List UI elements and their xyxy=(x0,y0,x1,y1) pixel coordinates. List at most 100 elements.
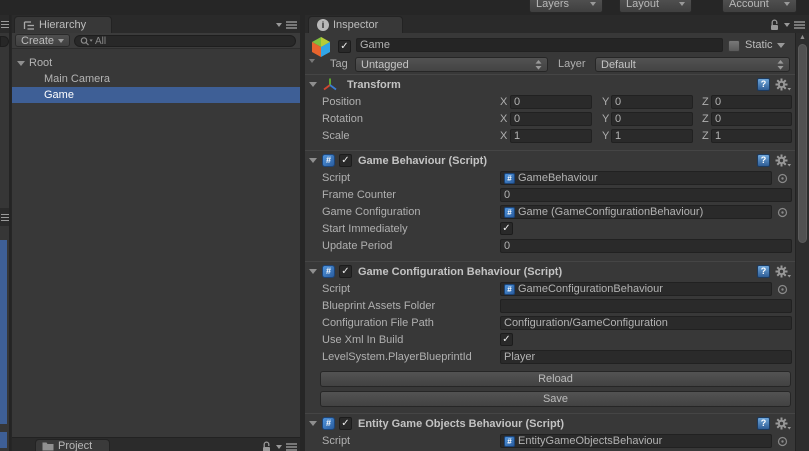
static-dropdown-chevron[interactable] xyxy=(777,43,785,48)
object-picker-icon[interactable] xyxy=(777,284,788,295)
gear-icon[interactable] xyxy=(775,78,791,91)
component-enabled-checkbox[interactable]: ✓ xyxy=(339,417,352,430)
create-button[interactable]: Create xyxy=(15,34,71,47)
transform-header[interactable]: Transform ? xyxy=(305,76,795,93)
scrollbar-thumb[interactable] xyxy=(798,44,807,243)
save-button[interactable]: Save xyxy=(320,391,791,407)
component-separator xyxy=(305,261,795,262)
frame-counter-field[interactable]: 0 xyxy=(500,188,792,202)
hierarchy-tabbar: Hierarchy xyxy=(12,15,300,33)
object-picker-icon[interactable] xyxy=(777,173,788,184)
lock-icon[interactable] xyxy=(261,441,272,451)
account-dropdown[interactable]: Account xyxy=(722,0,797,13)
component-enabled-checkbox[interactable]: ✓ xyxy=(339,154,352,167)
position-y-field[interactable]: 0 xyxy=(611,95,693,109)
menu-icon xyxy=(1,21,9,28)
player-blueprint-id-field[interactable]: Player xyxy=(500,350,792,364)
foldout-icon[interactable] xyxy=(309,269,317,274)
layers-dropdown[interactable]: Layers xyxy=(529,0,603,13)
folder-icon xyxy=(42,442,54,451)
game-configuration-object-field[interactable]: # Game (GameConfigurationBehaviour) xyxy=(500,205,772,219)
rotation-y-field[interactable]: 0 xyxy=(611,112,693,126)
game-behaviour-header[interactable]: # ✓ Game Behaviour (Script) ? xyxy=(305,152,795,169)
object-picker-icon[interactable] xyxy=(777,436,788,447)
position-x-field[interactable]: 0 xyxy=(510,95,592,109)
search-filter-label: All xyxy=(95,35,107,47)
entity-game-objects-behaviour-header[interactable]: # ✓ Entity Game Objects Behaviour (Scrip… xyxy=(305,415,795,432)
foldout-icon[interactable] xyxy=(309,82,317,87)
inspector-scrollbar[interactable]: ▲ xyxy=(795,33,809,451)
tab-inspector[interactable]: i Inspector xyxy=(308,16,403,33)
gear-icon[interactable] xyxy=(775,417,791,430)
unity-editor-window: Layers Layout Account Hierarchy Create A… xyxy=(0,0,809,451)
hierarchy-pane-menu[interactable] xyxy=(276,21,297,29)
active-checkbox[interactable]: ✓ xyxy=(338,40,351,53)
scale-z-field[interactable]: 1 xyxy=(711,129,792,143)
layers-dropdown-label: Layers xyxy=(536,0,570,10)
gear-icon[interactable] xyxy=(775,154,791,167)
position-z-field[interactable]: 0 xyxy=(711,95,792,109)
component-enabled-checkbox[interactable]: ✓ xyxy=(339,265,352,278)
layout-dropdown[interactable]: Layout xyxy=(619,0,692,13)
help-icon[interactable]: ? xyxy=(757,265,770,278)
layer-dropdown[interactable]: Default xyxy=(595,57,790,72)
account-dropdown-label: Account xyxy=(729,0,769,10)
chevron-down-icon xyxy=(276,23,282,27)
inspector-pane-icons xyxy=(769,19,805,31)
hamburger-menu-icon[interactable] xyxy=(794,21,805,29)
foldout-icon[interactable] xyxy=(309,421,317,426)
configuration-file-path-field[interactable]: Configuration/GameConfiguration xyxy=(500,316,792,330)
main-toolbar: Layers Layout Account xyxy=(0,0,809,14)
component-separator xyxy=(305,150,795,151)
gameobject-name-field[interactable]: Game xyxy=(356,38,723,52)
lock-icon[interactable] xyxy=(769,19,780,31)
tree-item-game[interactable]: Game xyxy=(12,87,300,103)
start-immediately-checkbox[interactable]: ✓ xyxy=(500,222,513,235)
foldout-icon[interactable] xyxy=(309,158,317,163)
rotation-z-field[interactable]: 0 xyxy=(711,112,792,126)
tree-item-main-camera[interactable]: Main Camera xyxy=(12,71,300,87)
gameobject-cube-icon[interactable] xyxy=(310,36,332,58)
tab-hierarchy[interactable]: Hierarchy xyxy=(14,16,112,33)
help-icon[interactable]: ? xyxy=(757,78,770,91)
foldout-icon[interactable] xyxy=(17,60,25,66)
tab-project-label: Project xyxy=(58,440,93,451)
help-icon[interactable]: ? xyxy=(757,417,770,430)
menu-icon xyxy=(1,214,9,221)
player-blueprint-id-row: LevelSystem.PlayerBlueprintId Player xyxy=(305,349,795,365)
update-period-row: Update Period 0 xyxy=(305,238,795,254)
game-configuration-behaviour-header[interactable]: # ✓ Game Configuration Behaviour (Script… xyxy=(305,263,795,280)
scale-row: Scale X 1 Y 1 Z 1 xyxy=(305,128,795,144)
gear-icon[interactable] xyxy=(775,265,791,278)
static-checkbox[interactable] xyxy=(728,40,740,52)
csharp-script-icon: # xyxy=(322,265,335,278)
chevron-down-icon xyxy=(58,38,65,43)
chevron-down-icon[interactable] xyxy=(276,445,282,449)
update-period-field[interactable]: 0 xyxy=(500,239,792,253)
scale-x-field[interactable]: 1 xyxy=(510,129,592,143)
object-picker-icon[interactable] xyxy=(777,207,788,218)
script-row: Script # GameBehaviour xyxy=(305,170,795,186)
tab-project[interactable]: Project xyxy=(35,439,110,451)
game-configuration-row: Game Configuration # Game (GameConfigura… xyxy=(305,204,795,220)
chevron-down-icon[interactable] xyxy=(784,23,790,27)
hamburger-menu-icon[interactable] xyxy=(286,443,297,451)
reload-button[interactable]: Reload xyxy=(320,371,791,387)
tag-dropdown[interactable]: Untagged xyxy=(355,57,548,72)
scale-y-field[interactable]: 1 xyxy=(611,129,693,143)
rotation-x-field[interactable]: 0 xyxy=(510,112,592,126)
script-object-field[interactable]: # GameBehaviour xyxy=(500,171,772,185)
script-object-field[interactable]: # EntityGameObjectsBehaviour xyxy=(500,434,772,448)
chevron-down-icon xyxy=(590,2,596,6)
tab-hierarchy-label: Hierarchy xyxy=(39,19,87,31)
hierarchy-toolbar: Create All xyxy=(12,33,300,49)
search-input[interactable]: All xyxy=(74,35,296,47)
component-separator xyxy=(305,74,795,75)
tree-item-root[interactable]: Root xyxy=(12,55,300,71)
blueprint-assets-folder-field[interactable] xyxy=(500,299,792,313)
script-object-field[interactable]: # GameConfigurationBehaviour xyxy=(500,282,772,296)
scroll-up-arrow[interactable]: ▲ xyxy=(796,34,809,41)
script-row: Script # EntityGameObjectsBehaviour xyxy=(305,433,795,449)
use-xml-checkbox[interactable]: ✓ xyxy=(500,333,513,346)
help-icon[interactable]: ? xyxy=(757,154,770,167)
